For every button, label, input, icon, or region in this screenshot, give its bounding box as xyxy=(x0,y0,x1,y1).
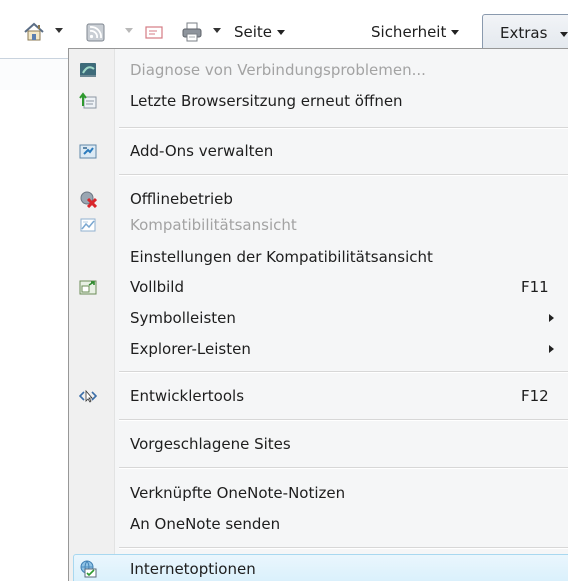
menu-item-label: Vorgeschlagene Sites xyxy=(130,435,291,453)
mail-icon[interactable] xyxy=(142,20,166,44)
menu-separator xyxy=(119,467,568,469)
page-menu-label: Seite xyxy=(234,23,273,41)
menu-item-reopen-last-session[interactable]: Letzte Browsersitzung erneut öffnen xyxy=(69,87,568,115)
menu-separator xyxy=(119,371,568,373)
menu-item-linked-onenote-notes[interactable]: Verknüpfte OneNote-Notizen xyxy=(69,479,568,507)
submenu-arrow-icon xyxy=(549,345,554,353)
menu-item-label: Explorer-Leisten xyxy=(130,340,251,358)
menu-item-explorer-bars[interactable]: Explorer-Leisten xyxy=(69,335,568,363)
menu-separator xyxy=(119,127,568,129)
menu-separator xyxy=(119,174,568,176)
menu-item-compatibility-view-settings[interactable]: Einstellungen der Kompatibilitätsansicht xyxy=(69,243,568,271)
menu-item-suggested-sites[interactable]: Vorgeschlagene Sites xyxy=(69,430,568,458)
fullscreen-icon xyxy=(79,278,97,296)
menu-separator xyxy=(119,419,568,421)
menu-item-toolbars[interactable]: Symbolleisten xyxy=(69,304,568,332)
menu-item-label: Einstellungen der Kompatibilitätsansicht xyxy=(130,248,433,266)
safety-menu-label: Sicherheit xyxy=(371,23,447,41)
internet-options-icon xyxy=(79,560,97,578)
menu-item-compatibility-view: Kompatibilitätsansicht xyxy=(69,211,568,239)
safety-menu-chevron-down-icon xyxy=(451,29,460,35)
reopen-session-icon xyxy=(79,92,97,110)
menu-separator xyxy=(119,547,568,549)
print-dropdown-arrow[interactable] xyxy=(213,28,221,33)
menu-item-label: Add-Ons verwalten xyxy=(130,142,274,160)
menu-item-label: An OneNote senden xyxy=(130,515,281,533)
menu-item-fullscreen[interactable]: Vollbild F11 xyxy=(69,273,568,301)
menu-item-label: Diagnose von Verbindungsproblemen... xyxy=(130,61,426,79)
menu-item-developer-tools[interactable]: Entwicklertools F12 xyxy=(69,382,568,410)
menu-item-internet-options[interactable]: Internetoptionen xyxy=(69,554,568,581)
safety-menu-button[interactable]: Sicherheit xyxy=(371,20,460,44)
home-dropdown-arrow[interactable] xyxy=(55,28,63,33)
menu-item-label: Letzte Browsersitzung erneut öffnen xyxy=(130,92,403,110)
submenu-arrow-icon xyxy=(549,314,554,322)
tools-menu-button[interactable]: Extras xyxy=(482,14,568,50)
menu-item-work-offline[interactable]: Offlinebetrieb xyxy=(69,185,568,213)
menu-item-send-to-onenote[interactable]: An OneNote senden xyxy=(69,510,568,538)
menu-item-shortcut: F11 xyxy=(521,278,549,296)
menu-item-label: Verknüpfte OneNote-Notizen xyxy=(130,484,346,502)
addons-icon xyxy=(79,142,97,160)
menu-item-label: Entwicklertools xyxy=(130,387,245,405)
developer-tools-icon xyxy=(78,387,98,405)
menu-item-diagnose-connection: Diagnose von Verbindungsproblemen... xyxy=(69,56,568,84)
tools-menu-label: Extras xyxy=(500,24,548,42)
tools-menu-chevron-down-icon xyxy=(560,32,568,37)
page-menu-button[interactable]: Seite xyxy=(234,20,286,44)
menu-item-label: Kompatibilitätsansicht xyxy=(130,216,297,234)
offline-icon xyxy=(79,190,98,209)
menu-item-shortcut: F12 xyxy=(521,387,549,405)
tools-dropdown-menu: Diagnose von Verbindungsproblemen... Let… xyxy=(68,48,568,581)
compatibility-view-icon xyxy=(79,216,97,234)
page-menu-chevron-down-icon xyxy=(277,29,286,35)
home-icon[interactable] xyxy=(22,20,46,44)
menu-item-manage-addons[interactable]: Add-Ons verwalten xyxy=(69,137,568,165)
menu-item-label: Offlinebetrieb xyxy=(130,190,233,208)
print-icon[interactable] xyxy=(180,20,204,44)
feeds-icon[interactable] xyxy=(84,20,108,44)
menu-item-label: Internetoptionen xyxy=(130,560,256,578)
menu-item-label: Vollbild xyxy=(130,278,184,296)
menu-item-label: Symbolleisten xyxy=(130,309,236,327)
feeds-dropdown-arrow[interactable] xyxy=(125,28,133,33)
network-diagnose-icon xyxy=(79,61,97,79)
